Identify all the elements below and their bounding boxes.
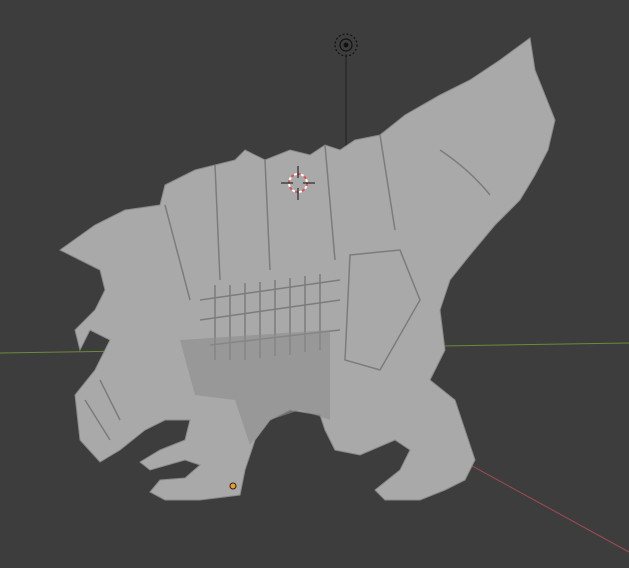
viewport-canvas[interactable]	[0, 0, 629, 568]
3d-viewport[interactable]	[0, 0, 629, 568]
light-icon[interactable]	[334, 33, 358, 57]
object-origin-icon[interactable]	[229, 482, 237, 490]
sculpt-model[interactable]	[59, 37, 556, 501]
model-silhouette	[59, 37, 556, 501]
